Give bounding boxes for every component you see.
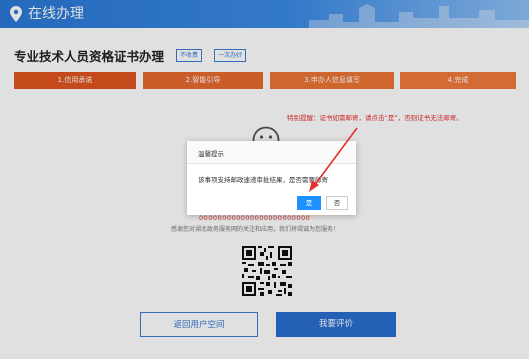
dialog-message: 该事项支持邮政速递审批结果，是否需要邮寄: [198, 176, 328, 184]
dialog-yes-button[interactable]: 是: [297, 196, 321, 210]
dialog-title: 温馨提示: [198, 150, 224, 158]
dialog-no-button[interactable]: 否: [326, 196, 348, 210]
